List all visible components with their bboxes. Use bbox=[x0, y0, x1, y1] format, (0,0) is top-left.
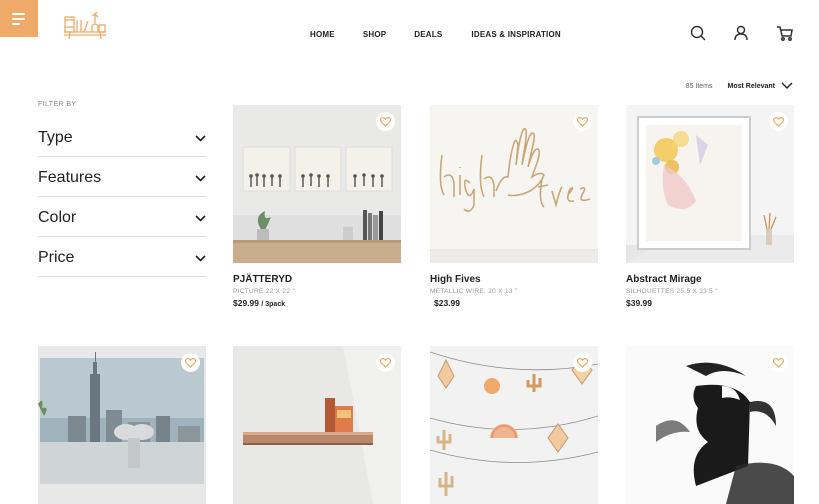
menu-button[interactable] bbox=[0, 0, 38, 37]
filter-label: Price bbox=[38, 249, 75, 266]
product-name[interactable]: PJÄTTERYD bbox=[233, 274, 401, 285]
favorite-button[interactable] bbox=[573, 112, 592, 131]
menu-line bbox=[12, 17, 25, 20]
product-price: $29.99 / 3pack bbox=[233, 298, 401, 308]
chevron-down-icon bbox=[195, 134, 206, 142]
product-image[interactable] bbox=[626, 346, 794, 504]
favorite-button[interactable] bbox=[376, 112, 395, 131]
price-value: $23.99 bbox=[434, 298, 460, 308]
product-card[interactable] bbox=[233, 346, 401, 504]
menu-line bbox=[12, 12, 25, 15]
filter-label: Features bbox=[38, 169, 102, 186]
filter-label: Color bbox=[38, 209, 77, 226]
product-price: $39.99 bbox=[626, 298, 794, 308]
account-icon[interactable] bbox=[732, 24, 750, 42]
favorite-button[interactable] bbox=[573, 353, 592, 372]
search-icon[interactable] bbox=[689, 24, 707, 42]
filter-price[interactable]: Price bbox=[38, 237, 206, 277]
nav-ideas-inspiration[interactable]: IDEAS & INSPIRATION bbox=[471, 30, 560, 39]
product-image[interactable] bbox=[233, 105, 401, 263]
price-value: $39.99 bbox=[626, 298, 652, 308]
item-count: 85 Items bbox=[685, 82, 713, 90]
chevron-down-icon bbox=[195, 174, 206, 182]
menu-line bbox=[12, 22, 20, 25]
nav-home[interactable]: HOME bbox=[310, 30, 335, 39]
product-image[interactable] bbox=[233, 346, 401, 504]
product-description: SILHOUETTES 25.5 X 33.5 " bbox=[626, 288, 718, 295]
favorite-button[interactable] bbox=[376, 353, 395, 372]
heart-icon bbox=[773, 357, 784, 368]
nav-shop[interactable]: SHOP bbox=[363, 30, 386, 39]
price-value: $29.99 bbox=[233, 298, 259, 308]
heart-icon bbox=[380, 116, 391, 127]
sort-dropdown[interactable]: Most Relevant bbox=[728, 82, 793, 90]
product-image[interactable] bbox=[626, 105, 794, 263]
product-card[interactable]: High Fives METALLIC WIRE, 20 X 13 " $23.… bbox=[430, 105, 598, 308]
sort-bar: 85 Items Most Relevant bbox=[686, 82, 793, 90]
product-card[interactable] bbox=[38, 346, 206, 504]
product-price: $23.99 bbox=[434, 298, 598, 308]
chevron-down-icon bbox=[781, 82, 793, 89]
filter-color[interactable]: Color bbox=[38, 197, 206, 237]
product-image[interactable] bbox=[430, 105, 598, 263]
product-image[interactable] bbox=[38, 346, 206, 504]
product-name[interactable]: Abstract Mirage bbox=[626, 274, 794, 285]
chevron-down-icon bbox=[195, 254, 206, 262]
product-card[interactable]: PJÄTTERYD PICTURE 22 X 22 " $29.99 / 3pa… bbox=[233, 105, 401, 308]
heart-icon bbox=[380, 357, 391, 368]
favorite-button[interactable] bbox=[769, 112, 788, 131]
favorite-button[interactable] bbox=[769, 353, 788, 372]
price-unit: / 3pack bbox=[261, 301, 286, 308]
product-card[interactable]: Abstract Mirage SILHOUETTES 25.5 X 33.5 … bbox=[626, 105, 794, 308]
nav-deals[interactable]: DEALS bbox=[414, 30, 442, 39]
product-image[interactable] bbox=[430, 346, 598, 504]
sort-label: Most Relevant bbox=[727, 82, 775, 90]
product-card[interactable] bbox=[430, 346, 598, 504]
product-card[interactable] bbox=[626, 346, 794, 504]
heart-icon bbox=[773, 116, 784, 127]
chevron-down-icon bbox=[195, 214, 206, 222]
main-nav: HOME SHOP DEALS IDEAS & INSPIRATION bbox=[310, 30, 561, 39]
filter-by-label: FILTER BY bbox=[38, 101, 77, 108]
filter-panel: Type Features Color Price bbox=[38, 117, 206, 277]
cart-icon[interactable] bbox=[776, 24, 794, 42]
heart-icon bbox=[577, 116, 588, 127]
favorite-button[interactable] bbox=[181, 353, 200, 372]
heart-icon bbox=[577, 357, 588, 368]
filter-label: Type bbox=[38, 129, 73, 146]
product-name[interactable]: High Fives bbox=[430, 274, 598, 285]
filter-type[interactable]: Type bbox=[38, 117, 206, 157]
filter-features[interactable]: Features bbox=[38, 157, 206, 197]
product-description: PICTURE 22 X 22 " bbox=[233, 288, 295, 295]
product-description: METALLIC WIRE, 20 X 13 " bbox=[430, 288, 518, 295]
heart-icon bbox=[185, 357, 196, 368]
logo-icon[interactable] bbox=[62, 11, 108, 41]
